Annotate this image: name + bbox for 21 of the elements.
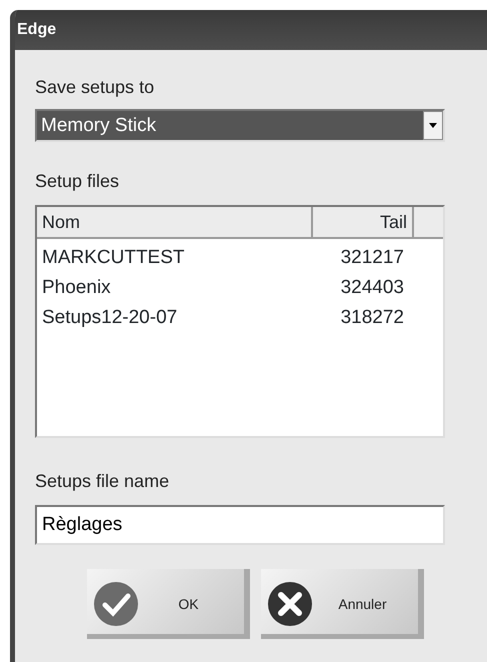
cancel-icon xyxy=(267,581,313,627)
table-cell-text: 324403 xyxy=(340,276,405,300)
column-header[interactable]: Tail xyxy=(313,207,414,237)
ok-button[interactable]: OK xyxy=(87,569,250,639)
dropdown-arrow-button[interactable] xyxy=(423,111,443,140)
field-label: Setups file name xyxy=(35,470,170,493)
column-header[interactable]: Nom xyxy=(37,207,313,237)
input-field[interactable]: Règlages xyxy=(35,505,445,545)
table-cell-text: Setups12-20-07 xyxy=(41,306,178,330)
table-cell-text: 318272 xyxy=(340,306,405,330)
dropdown[interactable]: Memory Stick xyxy=(35,109,445,142)
field-label: Save setups to xyxy=(35,76,154,99)
table-cell-text: Phoenix xyxy=(41,276,112,300)
check-icon xyxy=(93,581,139,627)
table-cell-text: 321217 xyxy=(340,246,405,270)
table-cell-text: MARKCUTTEST xyxy=(41,246,186,270)
dropdown-value: Memory Stick xyxy=(37,111,423,140)
caret-icon xyxy=(429,123,437,128)
window-title: Edge xyxy=(17,20,56,40)
field-label: Setup files xyxy=(35,170,120,193)
cancel-button[interactable]: Annuler xyxy=(261,569,424,639)
